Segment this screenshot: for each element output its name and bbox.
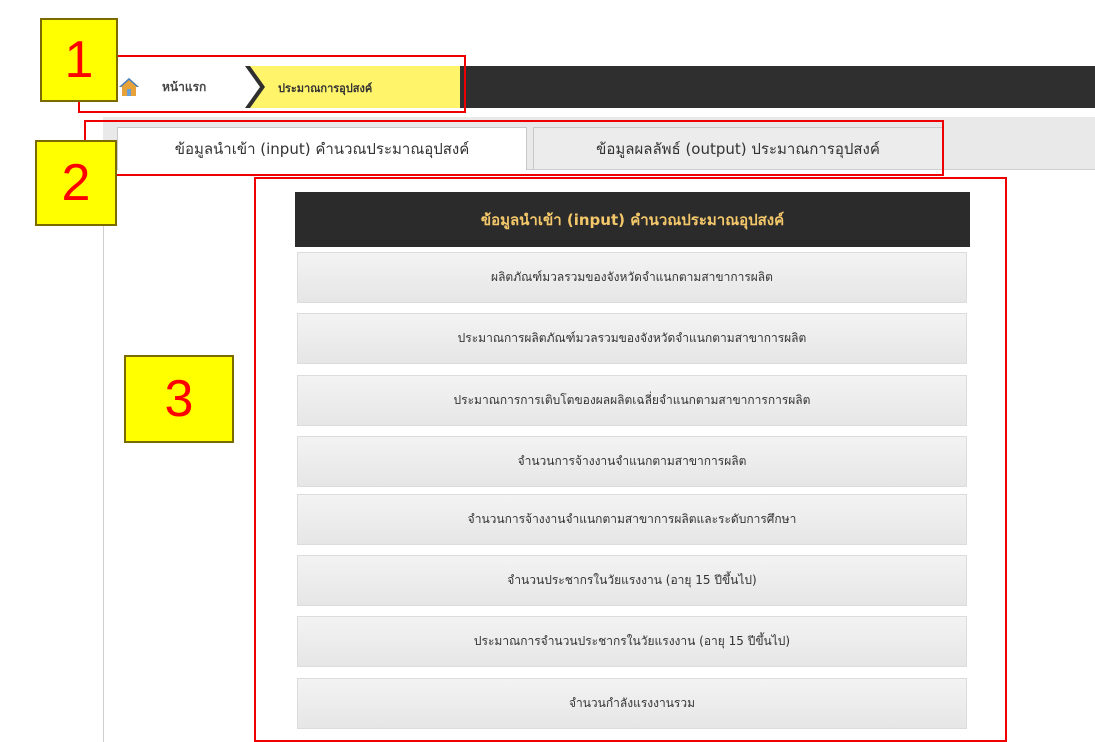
- content-divider: [103, 169, 104, 742]
- callout-2: 2: [35, 140, 117, 226]
- annotation-box-2: [84, 120, 944, 176]
- callout-1: 1: [40, 18, 118, 102]
- annotation-box-3: [254, 177, 1007, 742]
- annotation-box-1: [78, 55, 466, 113]
- callout-3: 3: [124, 355, 234, 443]
